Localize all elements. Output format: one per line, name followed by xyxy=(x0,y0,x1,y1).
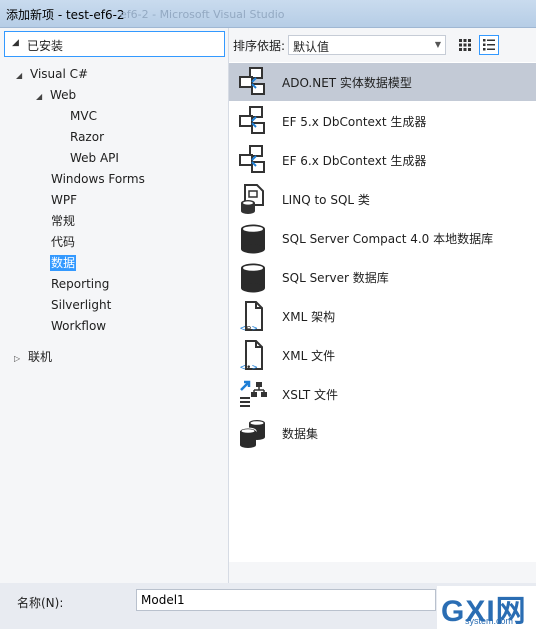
name-label: 名称(N): xyxy=(17,596,64,610)
sort-bar: 排序依据: 默认值 ▼ xyxy=(229,28,536,60)
template-item-ef6-dbcontext[interactable]: EF 6.x DbContext 生成器 xyxy=(229,141,536,179)
dataset-icon xyxy=(239,420,265,448)
background-window-title: ef6-2 - Microsoft Visual Studio xyxy=(120,8,285,21)
dbcontext-generator-icon xyxy=(239,106,265,134)
watermark-site: system.com xyxy=(465,616,514,626)
tree-item-mvc[interactable]: MVC xyxy=(70,107,97,125)
sort-dropdown[interactable]: 默认值 ▼ xyxy=(288,35,446,55)
category-panel: ◢ 已安装 ◢ Visual C# ◢ Web MVC Razor Web API … xyxy=(0,28,229,583)
svg-text:>: > xyxy=(252,324,258,332)
svg-text:e: e xyxy=(246,324,251,332)
template-item-dataset[interactable]: 数据集 xyxy=(229,414,536,452)
sort-value: 默认值 xyxy=(293,40,330,54)
title-bar: 添加新项 - test-ef6-2 ef6-2 - Microsoft Visu… xyxy=(0,0,536,28)
tree-item-general[interactable]: 常规 xyxy=(51,212,75,230)
tree-item-silverlight[interactable]: Silverlight xyxy=(51,296,111,314)
template-list: ADO.NET 实体数据模型 EF 5.x DbContext 生成器 EF 6 xyxy=(229,62,536,562)
linq-to-sql-icon xyxy=(241,184,264,214)
svg-text:•: • xyxy=(246,363,251,371)
template-item-ado-net-entity-model[interactable]: ADO.NET 实体数据模型 xyxy=(229,63,536,101)
tree-item-visual-csharp[interactable]: ◢ Visual C# xyxy=(16,65,88,83)
tree-item-reporting[interactable]: Reporting xyxy=(51,275,109,293)
expanded-arrow-icon[interactable]: ◢ xyxy=(36,88,50,106)
collapsed-arrow-icon[interactable]: ▷ xyxy=(14,350,28,368)
dbcontext-generator-icon xyxy=(239,145,265,173)
svg-text:>: > xyxy=(252,363,258,371)
small-icons-view-button[interactable] xyxy=(455,35,475,55)
entity-model-icon xyxy=(239,67,265,95)
xslt-file-icon xyxy=(240,380,267,407)
template-item-sql-compact[interactable]: SQL Server Compact 4.0 本地数据库 xyxy=(229,219,536,257)
template-item-xml-schema[interactable]: < e > XML 架构 xyxy=(229,297,536,335)
installed-label: 已安装 xyxy=(27,39,64,53)
sort-label: 排序依据: xyxy=(233,39,286,53)
name-input[interactable] xyxy=(136,589,436,611)
xml-schema-icon: < e > xyxy=(240,301,263,332)
tree-item-online[interactable]: ▷ 联机 xyxy=(14,348,52,366)
expanded-arrow-icon[interactable]: ◢ xyxy=(16,67,30,85)
database-icon xyxy=(241,224,265,254)
grid-view-icon xyxy=(459,39,471,51)
tree-item-web-api[interactable]: Web API xyxy=(70,149,119,167)
tree-item-windows-forms[interactable]: Windows Forms xyxy=(51,170,145,188)
tree-item-data[interactable]: 数据 xyxy=(50,254,77,272)
installed-header[interactable]: ◢ 已安装 xyxy=(4,31,225,57)
template-item-ef5-dbcontext[interactable]: EF 5.x DbContext 生成器 xyxy=(229,102,536,140)
list-view-button[interactable] xyxy=(479,35,499,55)
xml-file-icon: < • > xyxy=(240,340,263,371)
watermark-logo: GXI网 system.com xyxy=(437,586,536,629)
template-panel: 排序依据: 默认值 ▼ ADO.NET 实体数据模型 EF 5.x DbCont… xyxy=(229,28,536,583)
chevron-down-icon: ▼ xyxy=(434,40,441,49)
database-icon xyxy=(241,263,265,293)
window-title: 添加新项 - test-ef6-2 xyxy=(6,8,125,22)
collapse-icon: ◢ xyxy=(12,38,19,48)
tree-item-razor[interactable]: Razor xyxy=(70,128,104,146)
template-item-xml-file[interactable]: < • > XML 文件 xyxy=(229,336,536,374)
tree-item-web[interactable]: ◢ Web xyxy=(36,86,76,104)
tree-item-workflow[interactable]: Workflow xyxy=(51,317,106,335)
template-item-linq-to-sql[interactable]: LINQ to SQL 类 xyxy=(229,180,536,218)
tree-item-wpf[interactable]: WPF xyxy=(51,191,77,209)
template-item-sql-server-database[interactable]: SQL Server 数据库 xyxy=(229,258,536,296)
template-item-xslt-file[interactable]: XSLT 文件 xyxy=(229,375,536,413)
tree-item-code[interactable]: 代码 xyxy=(51,233,75,251)
list-view-icon xyxy=(483,39,495,51)
